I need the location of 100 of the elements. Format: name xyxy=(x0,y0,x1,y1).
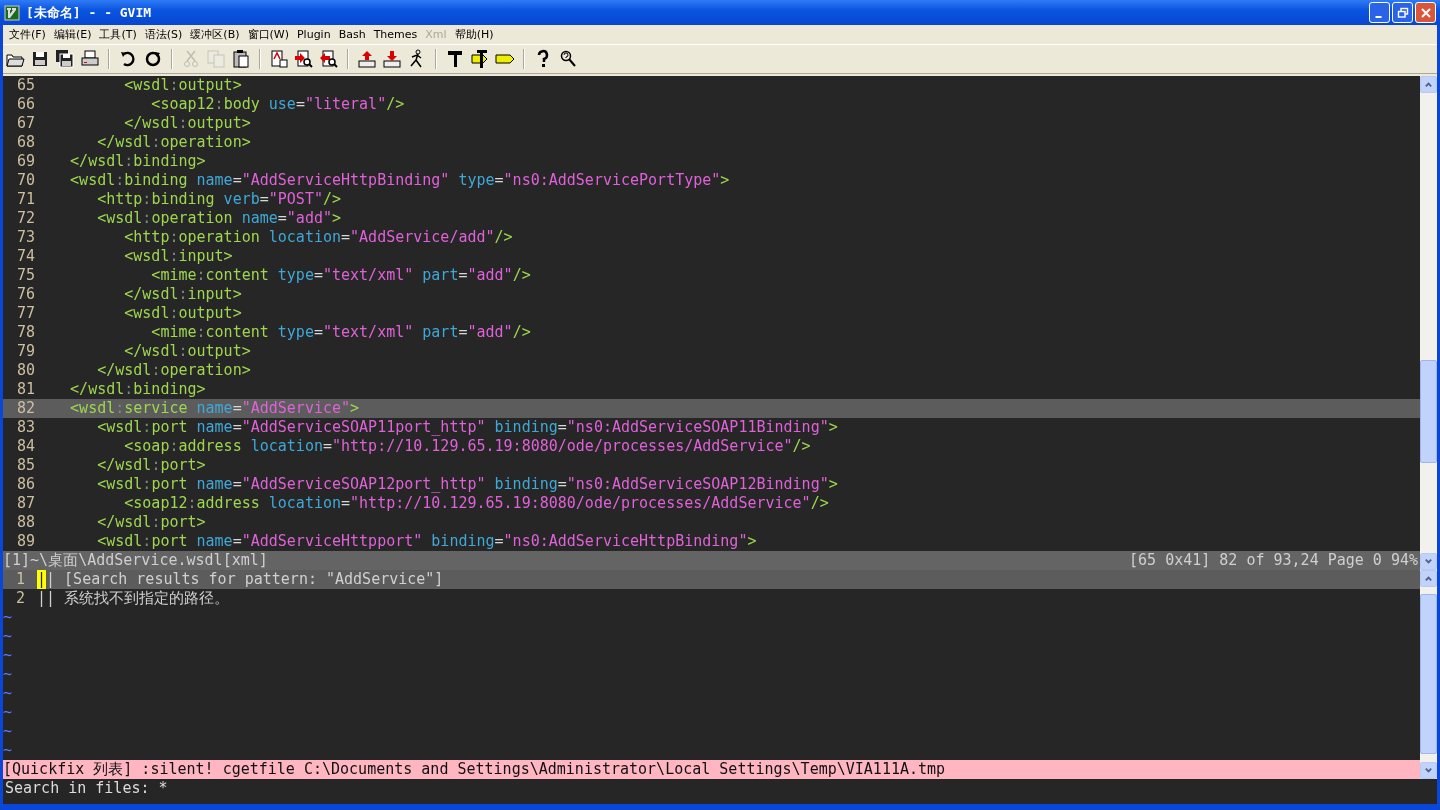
window-title: [未命名] - - GVIM xyxy=(26,3,152,22)
close-button[interactable] xyxy=(1415,2,1436,23)
line-number: 85 xyxy=(15,456,36,475)
menu-item[interactable]: Themes xyxy=(371,28,424,41)
minimize-button[interactable] xyxy=(1369,2,1390,23)
menu-item[interactable]: 帮助(H) xyxy=(452,27,500,42)
code-line: </wsdl:port> xyxy=(96,513,206,532)
find-next-icon[interactable] xyxy=(294,49,314,69)
line-number: 72 xyxy=(15,209,36,228)
line-number: 81 xyxy=(15,380,36,399)
find-previous-icon[interactable] xyxy=(319,49,339,69)
scroll-down-button[interactable] xyxy=(1420,762,1437,779)
menu-item[interactable]: Plugin xyxy=(294,28,337,41)
line-number: 66 xyxy=(15,95,36,114)
quickfix-entry: | [Search results for pattern: "AddService"] xyxy=(46,570,444,589)
magnifier-question-icon[interactable] xyxy=(558,49,578,69)
line-number: 71 xyxy=(15,190,36,209)
line-number: 68 xyxy=(15,133,36,152)
empty-line-marker: ~ xyxy=(3,703,13,722)
code-line: </wsdl:input> xyxy=(123,285,242,304)
code-line: <wsdl:output> xyxy=(123,304,242,323)
code-line: <wsdl:input> xyxy=(123,247,233,266)
redo-icon[interactable] xyxy=(143,49,163,69)
line-number: 89 xyxy=(15,532,36,551)
scrollbar-thumb[interactable] xyxy=(1420,359,1437,463)
empty-line-marker: ~ xyxy=(3,608,13,627)
empty-line-marker: ~ xyxy=(3,722,13,741)
menu-item[interactable]: 缓冲区(B) xyxy=(188,27,246,42)
chevron-down-icon xyxy=(1424,766,1433,775)
scroll-up-button[interactable] xyxy=(1420,76,1437,93)
code-line: </wsdl:operation> xyxy=(96,133,251,152)
menu-item[interactable]: 窗口(W) xyxy=(245,27,295,42)
line-number: 83 xyxy=(15,418,36,437)
code-line: <http:operation location="AddService/add"/> xyxy=(123,228,513,247)
code-line: <wsdl:binding name="AddServiceHttpBinding" type="ns0:AddServicePortType"> xyxy=(69,171,730,190)
line-number: 82 xyxy=(15,399,36,418)
chevron-up-icon xyxy=(1424,80,1433,89)
code-line: <wsdl:service name="AddService"> xyxy=(69,399,360,418)
scrollbar-thumb[interactable] xyxy=(1420,594,1437,754)
restore-icon xyxy=(1396,6,1409,19)
line-number: 69 xyxy=(15,152,36,171)
scroll-up-button[interactable] xyxy=(1420,570,1437,587)
line-number: 79 xyxy=(15,342,36,361)
restore-button[interactable] xyxy=(1392,2,1413,23)
file-path: [1]~\桌面\AddService.wsdl[xml] xyxy=(3,551,268,570)
hammer-icon[interactable] xyxy=(445,49,465,69)
line-number: 78 xyxy=(15,323,36,342)
code-line: </wsdl:output> xyxy=(123,114,251,133)
download-icon[interactable] xyxy=(382,49,402,69)
replace-icon[interactable] xyxy=(269,49,289,69)
printer-icon[interactable] xyxy=(80,49,100,69)
code-line: <mime:content type="text/xml" part="add"/> xyxy=(150,323,531,342)
line-number: 75 xyxy=(15,266,36,285)
scrollbar[interactable] xyxy=(1420,570,1437,779)
code-line: <soap12:body use="literal"/> xyxy=(150,95,405,114)
clipboard-icon[interactable] xyxy=(231,49,251,69)
line-number: 65 xyxy=(15,76,36,95)
scroll-down-button[interactable] xyxy=(1420,553,1437,570)
code-line: <mime:content type="text/xml" part="add"/> xyxy=(150,266,531,285)
menu-item[interactable]: 文件(F) xyxy=(7,27,52,42)
menu-item[interactable]: 编辑(E) xyxy=(51,27,98,42)
line-number: 87 xyxy=(15,494,36,513)
text-cursor: | xyxy=(37,570,47,589)
floppy-disks-icon[interactable] xyxy=(55,49,75,69)
minimize-icon xyxy=(1374,15,1382,18)
code-line: <wsdl:output> xyxy=(123,76,242,95)
code-line: </wsdl:binding> xyxy=(69,152,206,171)
line-number: 88 xyxy=(15,513,36,532)
line-number: 67 xyxy=(15,114,36,133)
line-number: 1 xyxy=(14,570,26,589)
close-icon xyxy=(1419,6,1432,19)
menu-item[interactable]: 语法(S) xyxy=(142,27,189,42)
menu-item[interactable]: Bash xyxy=(336,28,372,41)
code-line: <soap12:address location="http://10.129.65.19:8080/ode/processes/AddService"/> xyxy=(123,494,829,513)
empty-line-marker: ~ xyxy=(3,646,13,665)
code-line: <wsdl:operation name="add"> xyxy=(96,209,342,228)
code-line: <soap:address location="http://10.129.65.19:8080/ode/processes/AddService"/> xyxy=(123,437,811,456)
line-number: 70 xyxy=(15,171,36,190)
code-line: <wsdl:port name="AddServiceSOAP11port_http" binding="ns0:AddServiceSOAP11Binding"> xyxy=(96,418,838,437)
code-line: <wsdl:port name="AddServiceSOAP12port_http" binding="ns0:AddServiceSOAP12Binding"> xyxy=(96,475,838,494)
quickfix-entry: || 系统找不到指定的路径。 xyxy=(37,589,230,608)
code-line: </wsdl:output> xyxy=(123,342,251,361)
line-number: 73 xyxy=(15,228,36,247)
empty-line-marker: ~ xyxy=(3,665,13,684)
menu-item[interactable]: 工具(T) xyxy=(97,27,143,42)
line-number: 76 xyxy=(15,285,36,304)
chevron-up-icon xyxy=(1424,574,1433,583)
code-line: </wsdl:binding> xyxy=(69,380,206,399)
line-number: 80 xyxy=(15,361,36,380)
line-number: 77 xyxy=(15,304,36,323)
tag-hammer-icon[interactable] xyxy=(470,49,490,69)
cursor-position: [65 0x41] 82 of 93,24 Page 0 94% xyxy=(1129,551,1418,570)
empty-line-marker: ~ xyxy=(3,741,13,760)
line-number: 74 xyxy=(15,247,36,266)
line-number: 2 xyxy=(14,589,26,608)
scrollbar[interactable] xyxy=(1420,76,1437,570)
app-icon xyxy=(4,4,20,21)
code-line: <wsdl:port name="AddServiceHttpport" binding="ns0:AddServiceHttpBinding"> xyxy=(96,532,757,551)
line-number: 86 xyxy=(15,475,36,494)
upload-icon[interactable] xyxy=(357,49,377,69)
